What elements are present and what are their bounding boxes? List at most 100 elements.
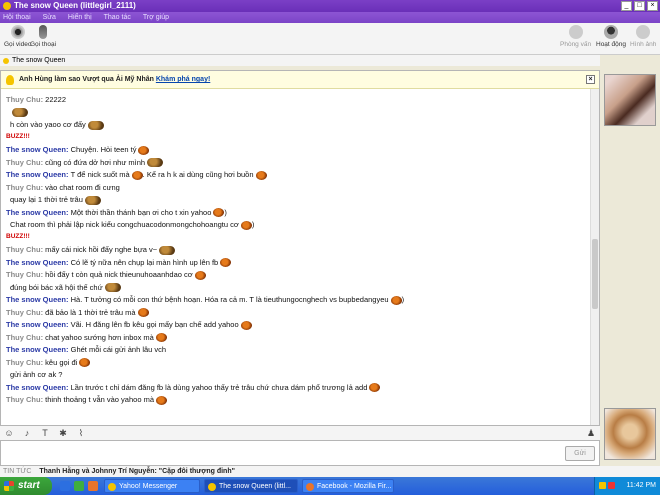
message-sender: The snow Queen — [6, 207, 67, 217]
menu-item-actions[interactable]: Thao tác — [104, 12, 131, 23]
task-chat-window[interactable]: The snow Queen (littl... — [204, 479, 298, 493]
message-sender: Thuy Chu — [6, 182, 41, 192]
audible-icon[interactable]: ♪ — [22, 428, 32, 438]
close-button[interactable]: × — [647, 1, 658, 11]
menu-item-help[interactable]: Trợ giúp — [143, 12, 169, 23]
yahoo-messenger-icon — [108, 483, 116, 491]
menu-bar: Hội thoại Sửa Hiển thị Thao tác Trợ giúp — [0, 12, 660, 23]
attach-icon[interactable]: ⌇ — [76, 428, 86, 438]
activity-icon — [604, 25, 618, 39]
menu-item-edit[interactable]: Sửa — [43, 12, 56, 23]
interview-button[interactable]: Phòng vấn — [560, 25, 591, 48]
chat-message: The snow Queen: Chuyện. Hỏi teen tý — [6, 145, 586, 158]
chat-message: The snow Queen: Ghét mỗi cái gửi ảnh lâu… — [6, 345, 586, 358]
message-text: kêu gọi đi — [45, 357, 78, 367]
emoticon-icon — [240, 220, 252, 230]
yahoo-messenger-icon — [3, 2, 11, 10]
minimize-button[interactable]: _ — [621, 1, 632, 11]
contact-name: The snow Queen — [12, 57, 66, 64]
compose-toolbar: ☺ ♪ T ✱ ⌇ ♟ — [0, 426, 600, 440]
chat-message: The snow Queen: Vãi. H đăng lên fb kêu g… — [6, 320, 586, 333]
message-text: Chuyện. Hỏi teen tý — [70, 145, 137, 154]
close-notice-icon[interactable]: × — [586, 75, 595, 84]
menu-item-view[interactable]: Hiển thị — [68, 12, 92, 23]
message-text-continued: ) — [401, 295, 405, 304]
message-sender: The snow Queen — [6, 382, 67, 392]
contact-status: The snow Queen — [0, 55, 600, 66]
message-sender: Thuy Chu — [6, 270, 41, 279]
yahoo-messenger-icon — [208, 483, 216, 491]
message-text: Vãi. H đăng lên fb kêu gọi mấy bạn chế a… — [70, 320, 239, 329]
message-text: chat yahoo sướng hơn inbox mà — [45, 332, 154, 342]
chat-message: Thuy Chu: hồi đấy t còn quả nick thieunu… — [6, 270, 586, 283]
message-sender: Thuy Chu — [6, 95, 41, 104]
emoticon-icon[interactable]: ☺ — [4, 428, 14, 438]
message-text: Hà. T tưởng có mỗi con thứ bệnh hoạn. Hó… — [70, 295, 389, 304]
image-icon — [636, 25, 651, 39]
chat-scrollbar[interactable] — [590, 89, 599, 425]
message-sender: The snow Queen — [6, 345, 67, 354]
voice-call-button[interactable]: Gọi thoại — [30, 25, 56, 48]
chat-message: Thuy Chu: mấy cái nick hồi đấy nghe bựa … — [6, 245, 586, 258]
emoticon-icon — [240, 320, 252, 330]
message-input[interactable]: Gửi — [0, 440, 600, 466]
start-button[interactable]: start — [0, 477, 52, 495]
chat-message: The snow Queen: Có lẽ tý nữa nên chụp lạ… — [6, 258, 586, 271]
firefox-icon — [306, 483, 314, 491]
video-call-button[interactable]: Gọi video — [4, 25, 31, 48]
chat-message: The snow Queen: Một thời thần thánh bạn … — [6, 208, 586, 221]
notice-link[interactable]: Khám phá ngay! — [156, 76, 210, 83]
buzz-message: BUZZ!!! — [6, 232, 30, 240]
chat-message: Thuy Chu: chat yahoo sướng hơn inbox mà — [6, 333, 586, 346]
message-sender: The snow Queen — [6, 320, 67, 329]
news-headline[interactable]: Thanh Hằng và Johnny Trí Nguyễn: "Cặp đô… — [39, 468, 235, 475]
contact-avatar[interactable] — [604, 74, 656, 126]
image-button[interactable]: Hình ảnh — [630, 25, 656, 48]
text-format-icon[interactable]: T — [40, 428, 50, 438]
send-button[interactable]: Gửi — [565, 446, 595, 461]
chat-message: Thuy Chu: đã bảo là 1 thời trẻ trâu mà — [6, 308, 586, 321]
message-sender: Thuy Chu — [6, 245, 41, 254]
avatar-panel — [600, 70, 660, 466]
chat-message: gửi ảnh cơ ak ? — [6, 370, 586, 383]
emoticon-icon — [138, 145, 150, 155]
message-text: Lần trước t chỉ dám đăng fb là dùng yaho… — [70, 382, 368, 392]
message-text: Ghét mỗi cái gửi ảnh lâu vch — [70, 345, 167, 354]
buzz-icon[interactable]: ✱ — [58, 428, 68, 438]
emoticon-icon — [369, 383, 381, 393]
chat-message: đúng bói bác xã hội thế chứ — [6, 283, 586, 296]
emoticon-icon — [255, 170, 267, 180]
chat-message: Thuy Chu: kêu gọi đi — [6, 358, 586, 371]
window-titlebar: The snow Queen (littlegirl_2111) _ □ × — [0, 0, 660, 12]
message-text: vào chat room đi cưng — [45, 182, 120, 192]
emoticon-icon — [213, 208, 225, 218]
message-text: thinh thoảng t vẫn vào yahoo mà — [45, 395, 154, 404]
tray-antivirus-icon[interactable] — [608, 482, 615, 489]
maximize-button[interactable]: □ — [634, 1, 645, 11]
scrollbar-thumb[interactable] — [592, 239, 598, 309]
contact-add-icon[interactable]: ♟ — [586, 428, 596, 438]
tray-messenger-icon[interactable] — [599, 482, 606, 489]
message-sender: The snow Queen — [6, 295, 67, 304]
system-tray: 11:42 PM — [594, 477, 660, 495]
emoticon-icon — [84, 195, 101, 205]
emoticon-icon — [390, 295, 402, 305]
my-avatar[interactable] — [604, 408, 656, 460]
message-text: quay lại 1 thời trẻ trâu — [10, 195, 83, 204]
message-sender: Thuy Chu — [6, 307, 41, 317]
menu-item-conversation[interactable]: Hội thoại — [3, 12, 31, 23]
emoticon-icon — [79, 358, 91, 368]
message-sender: Thuy Chu — [6, 157, 41, 167]
activity-button[interactable]: Hoạt động — [596, 25, 626, 48]
firefox-quicklaunch-icon[interactable] — [88, 481, 98, 491]
show-desktop-icon[interactable] — [60, 481, 70, 491]
emoticon-icon — [147, 158, 164, 168]
toolbar: Gọi video Gọi thoại Phòng vấn Hoạt động … — [0, 23, 660, 55]
message-sender: Thuy Chu — [6, 395, 41, 404]
task-yahoo-messenger[interactable]: Yahoo! Messenger — [104, 479, 200, 493]
message-text: Một thời thần thánh bạn ơi cho t xin yah… — [70, 207, 212, 217]
quicklaunch-icon[interactable] — [74, 481, 84, 491]
emoticon-icon — [159, 245, 176, 255]
task-firefox[interactable]: Facebook - Mozilla Fir... — [302, 479, 394, 493]
message-text: T để nick suốt mà — [70, 170, 130, 179]
